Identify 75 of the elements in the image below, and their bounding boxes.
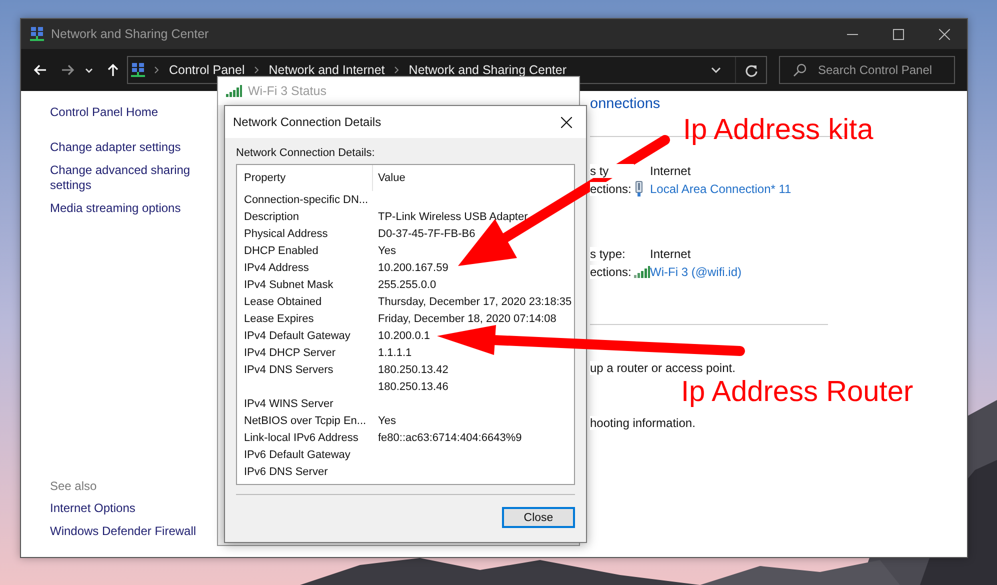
value-cell: 180.250.13.46: [378, 380, 448, 392]
value-cell: D0-37-45-7F-FB-B6: [378, 228, 476, 240]
chevron-down-icon[interactable]: [85, 68, 93, 72]
search-icon: [793, 63, 807, 77]
plug-icon: [635, 181, 643, 197]
property-cell: IPv4 WINS Server: [244, 398, 334, 410]
sidebar-link[interactable]: Control Panel Home: [50, 105, 158, 120]
value-cell: 255.255.0.0: [378, 278, 436, 290]
dialog-title: Network Connection Details: [233, 115, 382, 129]
window-title: Wi-Fi 3 Status: [248, 84, 326, 98]
section-heading: onnections: [590, 96, 660, 113]
search-field[interactable]: Search Control Panel: [779, 56, 955, 84]
breadcrumb[interactable]: Control Panel: [169, 63, 245, 77]
value-cell: Thursday, December 17, 2020 23:18:35: [378, 296, 572, 308]
group-label: Network Connection Details:: [236, 147, 376, 159]
close-icon: [560, 116, 572, 128]
property-cell: Lease Expires: [244, 312, 314, 324]
sidebar-link[interactable]: Change adapter settings: [50, 140, 181, 155]
property-cell: IPv6 Default Gateway: [244, 448, 350, 460]
chevron-right-icon: [154, 66, 159, 74]
value-cell: 10.200.0.1: [378, 330, 430, 342]
network-icon: [131, 63, 145, 77]
property-cell: Physical Address: [244, 228, 328, 240]
property-cell: IPv6 DNS Server: [244, 466, 328, 478]
property-cell: Lease Obtained: [244, 296, 322, 308]
value-cell: Friday, December 18, 2020 07:14:08: [378, 312, 556, 324]
connection-link[interactable]: Local Area Connection* 11: [650, 182, 792, 196]
chevron-down-icon[interactable]: [711, 67, 721, 73]
sidebar-link[interactable]: Internet Options: [50, 501, 136, 516]
property-cell: IPv4 DNS Servers: [244, 364, 334, 376]
close-button[interactable]: Close: [502, 507, 575, 528]
see-also-heading: See also: [50, 479, 97, 493]
property-cell: DHCP Enabled: [244, 244, 318, 256]
property-cell: Connection-specific DN...: [244, 194, 368, 206]
connection-label: s ty: [590, 164, 634, 178]
close-icon: [938, 28, 950, 40]
description-text: hooting information.: [590, 416, 696, 430]
property-cell: Description: [244, 210, 300, 222]
value-cell: TP-Link Wireless USB Adapter: [378, 210, 528, 222]
value-cell: 10.200.167.59: [378, 262, 448, 274]
column-header[interactable]: Property: [237, 165, 373, 191]
signal-bars-icon: [226, 85, 242, 97]
chevron-right-icon: [254, 66, 259, 74]
access-type-value: Internet: [650, 247, 691, 261]
forward-arrow-icon[interactable]: [61, 64, 75, 76]
sidebar-link[interactable]: Media streaming options: [50, 201, 181, 216]
value-cell: Yes: [378, 244, 396, 256]
value-cell: 180.250.13.42: [378, 364, 448, 376]
up-arrow-icon[interactable]: [107, 63, 119, 77]
annotation-text: Ip Address kita: [683, 113, 874, 147]
value-cell: Yes: [378, 414, 396, 426]
property-cell: IPv4 Address: [244, 262, 309, 274]
back-arrow-icon[interactable]: [33, 64, 47, 76]
value-cell: fe80::ac63:6714:404:6643%9: [378, 432, 522, 444]
property-cell: Link-local IPv6 Address: [244, 432, 358, 444]
value-cell: 1.1.1.1: [378, 346, 412, 358]
network-icon: [30, 27, 44, 41]
annotation-text: Ip Address Router: [681, 375, 914, 409]
property-cell: NetBIOS over Tcpip En...: [244, 414, 366, 426]
connection-link[interactable]: Wi-Fi 3 (@wifi.id): [650, 265, 742, 279]
breadcrumb[interactable]: Network and Internet: [268, 63, 385, 77]
access-type-value: Internet: [650, 164, 691, 178]
property-cell: IPv4 Subnet Mask: [244, 278, 334, 290]
column-header[interactable]: Value: [373, 165, 406, 191]
description-text: up a router or access point.: [590, 361, 736, 375]
maximize-icon: [892, 28, 904, 40]
breadcrumb[interactable]: Network and Sharing Center: [408, 63, 567, 77]
signal-bars-icon: [634, 266, 650, 278]
sidebar-link[interactable]: Windows Defender Firewall: [50, 524, 196, 539]
property-cell: IPv4 Default Gateway: [244, 330, 350, 342]
window-title: Network and Sharing Center: [51, 27, 209, 41]
sidebar-link[interactable]: Change advanced sharing settings: [50, 163, 200, 193]
property-cell: IPv4 DHCP Server: [244, 346, 336, 358]
refresh-icon: [744, 64, 758, 76]
chevron-right-icon: [394, 66, 399, 74]
